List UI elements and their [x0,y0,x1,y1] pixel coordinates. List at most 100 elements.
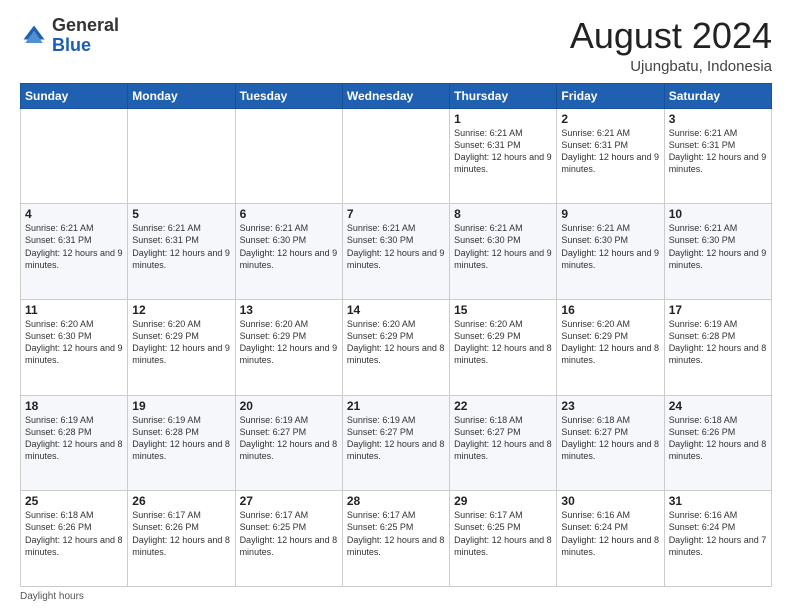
calendar-day-cell: 29Sunrise: 6:17 AM Sunset: 6:25 PM Dayli… [450,491,557,587]
day-info: Sunrise: 6:17 AM Sunset: 6:25 PM Dayligh… [347,509,445,558]
calendar-day-header: Sunday [21,83,128,108]
calendar-day-cell: 6Sunrise: 6:21 AM Sunset: 6:30 PM Daylig… [235,204,342,300]
calendar-day-cell: 22Sunrise: 6:18 AM Sunset: 6:27 PM Dayli… [450,395,557,491]
month-year-title: August 2024 [570,16,772,56]
calendar-day-cell: 26Sunrise: 6:17 AM Sunset: 6:26 PM Dayli… [128,491,235,587]
calendar-day-cell [21,108,128,204]
calendar-day-header: Saturday [664,83,771,108]
day-number: 7 [347,207,445,221]
day-number: 8 [454,207,552,221]
calendar-week-row: 4Sunrise: 6:21 AM Sunset: 6:31 PM Daylig… [21,204,772,300]
calendar-day-cell: 21Sunrise: 6:19 AM Sunset: 6:27 PM Dayli… [342,395,449,491]
calendar-day-header: Wednesday [342,83,449,108]
day-number: 28 [347,494,445,508]
day-number: 16 [561,303,659,317]
location-title: Ujungbatu, Indonesia [570,58,772,75]
calendar-day-cell: 19Sunrise: 6:19 AM Sunset: 6:28 PM Dayli… [128,395,235,491]
calendar-day-cell: 20Sunrise: 6:19 AM Sunset: 6:27 PM Dayli… [235,395,342,491]
calendar-day-cell: 30Sunrise: 6:16 AM Sunset: 6:24 PM Dayli… [557,491,664,587]
day-number: 14 [347,303,445,317]
logo-general: General [52,15,119,35]
day-number: 6 [240,207,338,221]
calendar-week-row: 1Sunrise: 6:21 AM Sunset: 6:31 PM Daylig… [21,108,772,204]
title-block: August 2024 Ujungbatu, Indonesia [570,16,772,75]
day-info: Sunrise: 6:21 AM Sunset: 6:30 PM Dayligh… [454,222,552,271]
day-info: Sunrise: 6:21 AM Sunset: 6:31 PM Dayligh… [561,127,659,176]
day-info: Sunrise: 6:16 AM Sunset: 6:24 PM Dayligh… [669,509,767,558]
day-number: 5 [132,207,230,221]
footer: Daylight hours [20,591,772,602]
calendar-day-cell: 8Sunrise: 6:21 AM Sunset: 6:30 PM Daylig… [450,204,557,300]
page: General Blue August 2024 Ujungbatu, Indo… [0,0,792,612]
calendar-day-header: Friday [557,83,664,108]
day-info: Sunrise: 6:21 AM Sunset: 6:30 PM Dayligh… [561,222,659,271]
calendar-week-row: 25Sunrise: 6:18 AM Sunset: 6:26 PM Dayli… [21,491,772,587]
calendar-day-cell [342,108,449,204]
day-info: Sunrise: 6:19 AM Sunset: 6:28 PM Dayligh… [132,414,230,463]
day-number: 17 [669,303,767,317]
logo-icon [20,22,48,50]
day-info: Sunrise: 6:19 AM Sunset: 6:28 PM Dayligh… [669,318,767,367]
day-number: 2 [561,112,659,126]
logo-text: General Blue [52,16,119,56]
calendar-day-cell: 7Sunrise: 6:21 AM Sunset: 6:30 PM Daylig… [342,204,449,300]
day-number: 9 [561,207,659,221]
day-info: Sunrise: 6:21 AM Sunset: 6:30 PM Dayligh… [240,222,338,271]
day-info: Sunrise: 6:18 AM Sunset: 6:27 PM Dayligh… [561,414,659,463]
calendar-day-header: Monday [128,83,235,108]
day-number: 26 [132,494,230,508]
calendar-day-cell: 17Sunrise: 6:19 AM Sunset: 6:28 PM Dayli… [664,299,771,395]
day-number: 11 [25,303,123,317]
header: General Blue August 2024 Ujungbatu, Indo… [20,16,772,75]
day-number: 27 [240,494,338,508]
day-number: 4 [25,207,123,221]
day-number: 15 [454,303,552,317]
day-info: Sunrise: 6:21 AM Sunset: 6:31 PM Dayligh… [132,222,230,271]
day-number: 19 [132,399,230,413]
day-number: 1 [454,112,552,126]
day-info: Sunrise: 6:20 AM Sunset: 6:29 PM Dayligh… [240,318,338,367]
day-info: Sunrise: 6:19 AM Sunset: 6:27 PM Dayligh… [347,414,445,463]
day-number: 22 [454,399,552,413]
calendar-day-cell: 5Sunrise: 6:21 AM Sunset: 6:31 PM Daylig… [128,204,235,300]
calendar-day-cell: 18Sunrise: 6:19 AM Sunset: 6:28 PM Dayli… [21,395,128,491]
calendar-day-cell: 25Sunrise: 6:18 AM Sunset: 6:26 PM Dayli… [21,491,128,587]
day-number: 10 [669,207,767,221]
logo-blue: Blue [52,35,91,55]
day-info: Sunrise: 6:21 AM Sunset: 6:31 PM Dayligh… [25,222,123,271]
calendar-day-header: Thursday [450,83,557,108]
day-info: Sunrise: 6:21 AM Sunset: 6:30 PM Dayligh… [669,222,767,271]
day-number: 30 [561,494,659,508]
day-info: Sunrise: 6:20 AM Sunset: 6:29 PM Dayligh… [561,318,659,367]
calendar-day-cell: 31Sunrise: 6:16 AM Sunset: 6:24 PM Dayli… [664,491,771,587]
calendar-day-cell: 14Sunrise: 6:20 AM Sunset: 6:29 PM Dayli… [342,299,449,395]
day-info: Sunrise: 6:17 AM Sunset: 6:25 PM Dayligh… [454,509,552,558]
day-info: Sunrise: 6:19 AM Sunset: 6:27 PM Dayligh… [240,414,338,463]
day-info: Sunrise: 6:18 AM Sunset: 6:26 PM Dayligh… [669,414,767,463]
day-number: 29 [454,494,552,508]
calendar-day-cell: 28Sunrise: 6:17 AM Sunset: 6:25 PM Dayli… [342,491,449,587]
day-info: Sunrise: 6:21 AM Sunset: 6:31 PM Dayligh… [454,127,552,176]
calendar-day-cell: 12Sunrise: 6:20 AM Sunset: 6:29 PM Dayli… [128,299,235,395]
day-number: 20 [240,399,338,413]
day-info: Sunrise: 6:21 AM Sunset: 6:30 PM Dayligh… [347,222,445,271]
calendar-day-cell: 24Sunrise: 6:18 AM Sunset: 6:26 PM Dayli… [664,395,771,491]
day-info: Sunrise: 6:20 AM Sunset: 6:30 PM Dayligh… [25,318,123,367]
calendar-day-cell: 16Sunrise: 6:20 AM Sunset: 6:29 PM Dayli… [557,299,664,395]
calendar-day-cell: 23Sunrise: 6:18 AM Sunset: 6:27 PM Dayli… [557,395,664,491]
calendar-week-row: 18 Sunrise: 6:19 AM Sunset: 6:28 PM Dayli… [21,395,772,491]
day-info: Sunrise: 6:20 AM Sunset: 6:29 PM Dayligh… [132,318,230,367]
calendar-day-cell [235,108,342,204]
day-number: 25 [25,494,123,508]
day-info: Sunrise: 6:20 AM Sunset: 6:29 PM Dayligh… [454,318,552,367]
day-info: Sunrise: 6:18 AM Sunset: 6:26 PM Dayligh… [25,509,123,558]
calendar-day-cell: 9Sunrise: 6:21 AM Sunset: 6:30 PM Daylig… [557,204,664,300]
day-info: Sunrise: 6:21 AM Sunset: 6:31 PM Dayligh… [669,127,767,176]
day-number: 18 [25,399,123,413]
calendar-day-cell: 2Sunrise: 6:21 AM Sunset: 6:31 PM Daylig… [557,108,664,204]
day-number: 24 [669,399,767,413]
day-number: 31 [669,494,767,508]
day-info: Sunrise: 6:18 AM Sunset: 6:27 PM Dayligh… [454,414,552,463]
calendar-day-cell [128,108,235,204]
calendar-day-cell: 15Sunrise: 6:20 AM Sunset: 6:29 PM Dayli… [450,299,557,395]
